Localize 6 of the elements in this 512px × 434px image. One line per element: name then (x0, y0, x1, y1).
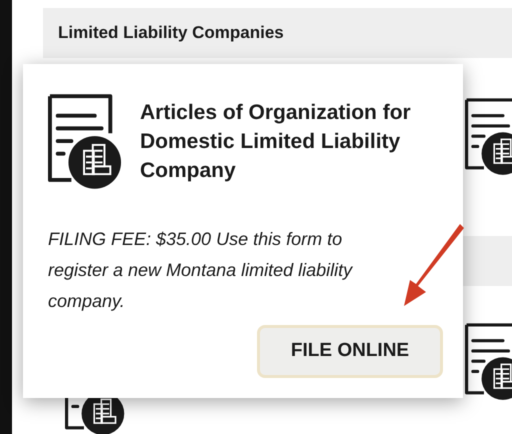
file-online-button[interactable]: FILE ONLINE (257, 325, 443, 378)
row-background (463, 236, 512, 286)
section-title: Limited Liability Companies (58, 22, 284, 44)
card-description: FILING FEE: $35.00 Use this form to register a new Montana limited liability company. (48, 228, 354, 313)
document-building-icon (48, 94, 122, 190)
card-title: Articles of Organization for Domestic Limited Liability Company (140, 100, 412, 184)
